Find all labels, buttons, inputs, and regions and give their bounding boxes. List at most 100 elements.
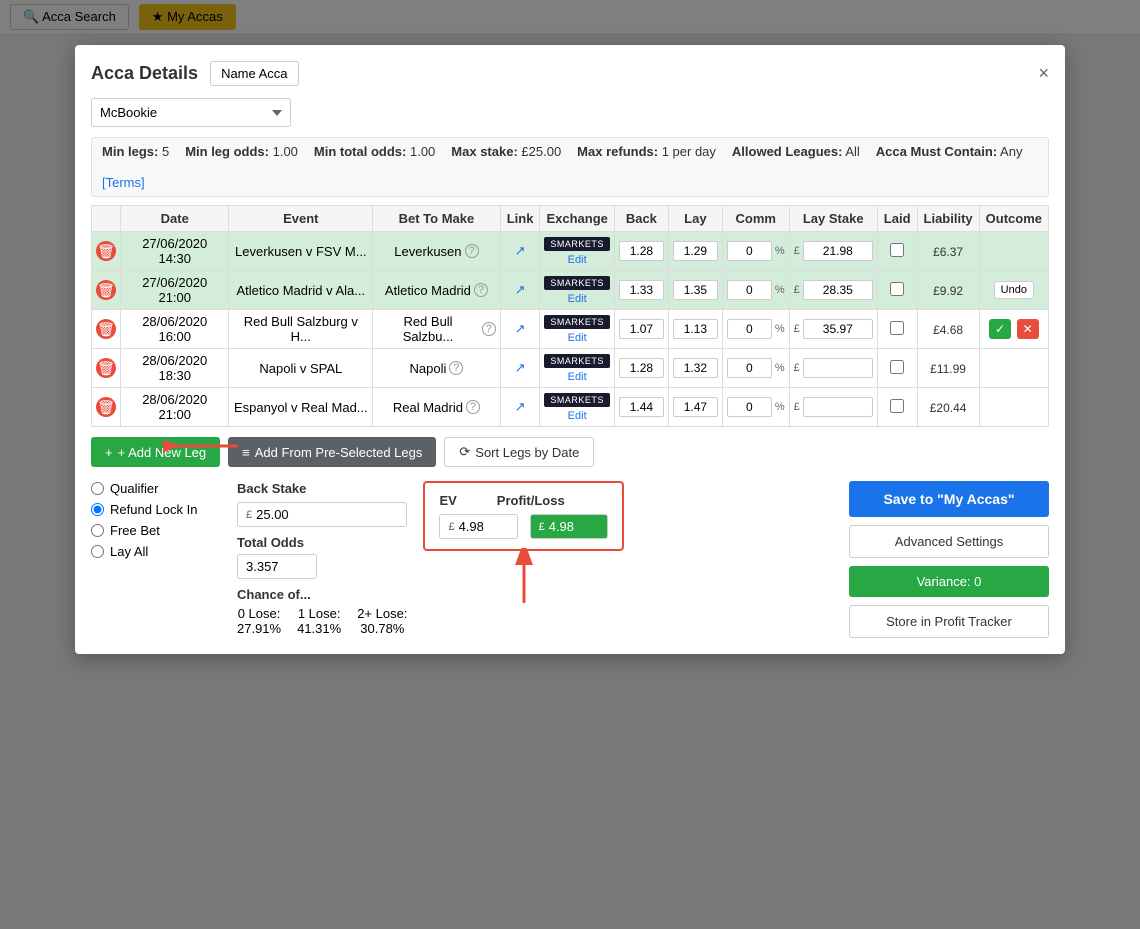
add-new-leg-button[interactable]: + + Add New Leg xyxy=(91,437,220,467)
lay-input-2[interactable] xyxy=(673,280,718,300)
laid-checkbox-4[interactable] xyxy=(890,360,904,374)
comm-input-2[interactable] xyxy=(727,280,772,300)
sort-legs-button[interactable]: ⟳ Sort Legs by Date xyxy=(444,437,594,467)
cancel-button-3[interactable]: ✕ xyxy=(1017,319,1039,339)
qualifier-radio-label[interactable]: Qualifier xyxy=(91,481,221,496)
external-link-1[interactable]: ↗ xyxy=(515,243,526,258)
terms-link[interactable]: [Terms] xyxy=(102,175,145,190)
delete-row-4-button[interactable]: 🗑 xyxy=(96,358,116,378)
ev-profit-box: EV Profit/Loss £ £ xyxy=(423,481,623,551)
exchange-edit-4[interactable]: Edit xyxy=(568,371,587,383)
store-tracker-button[interactable]: Store in Profit Tracker xyxy=(849,605,1049,638)
comm-input-3[interactable] xyxy=(727,319,772,339)
delete-row-2-button[interactable]: 🗑 xyxy=(96,280,116,300)
exchange-edit-2[interactable]: Edit xyxy=(568,293,587,305)
profit-loss-label: Profit/Loss xyxy=(497,493,565,508)
back-input-3[interactable] xyxy=(619,319,664,339)
close-button[interactable]: × xyxy=(1038,63,1049,84)
external-link-2[interactable]: ↗ xyxy=(515,282,526,297)
name-acca-button[interactable]: Name Acca xyxy=(210,61,298,86)
help-icon-1[interactable]: ? xyxy=(465,244,479,258)
lay-stake-input-1[interactable] xyxy=(803,241,873,261)
laid-checkbox-1[interactable] xyxy=(890,243,904,257)
help-icon-5[interactable]: ? xyxy=(466,400,480,414)
right-actions: Save to "My Accas" Advanced Settings Var… xyxy=(849,481,1049,638)
col-comm: Comm xyxy=(722,206,789,232)
qualifier-radio[interactable] xyxy=(91,482,104,495)
table-row: 🗑 28/06/2020 21:00 Espanyol v Real Mad..… xyxy=(92,388,1049,427)
advanced-settings-button[interactable]: Advanced Settings xyxy=(849,525,1049,558)
comm-input-5[interactable] xyxy=(727,397,772,417)
lay-all-radio-label[interactable]: Lay All xyxy=(91,544,221,559)
chance-1-lose-value: 41.31% xyxy=(297,621,341,636)
free-bet-radio-label[interactable]: Free Bet xyxy=(91,523,221,538)
comm-input-1[interactable] xyxy=(727,241,772,261)
refund-lock-in-radio[interactable] xyxy=(91,503,104,516)
lay-stake-input-2[interactable] xyxy=(803,280,873,300)
help-icon-4[interactable]: ? xyxy=(449,361,463,375)
add-preselected-button[interactable]: ≡ Add From Pre-Selected Legs xyxy=(228,437,436,467)
exchange-edit-1[interactable]: Edit xyxy=(568,254,587,266)
bet-5: Real Madrid xyxy=(393,400,463,415)
delete-row-5-button[interactable]: 🗑 xyxy=(96,397,116,417)
delete-row-3-button[interactable]: 🗑 xyxy=(96,319,116,339)
external-link-4[interactable]: ↗ xyxy=(515,360,526,375)
table-row: 🗑 27/06/2020 21:00 Atletico Madrid v Ala… xyxy=(92,271,1049,310)
col-delete xyxy=(92,206,121,232)
stake-input[interactable] xyxy=(256,507,326,522)
event-2: Atletico Madrid v Ala... xyxy=(229,271,373,310)
help-icon-2[interactable]: ? xyxy=(474,283,488,297)
free-bet-radio[interactable] xyxy=(91,524,104,537)
chance-0-lose-label: 0 Lose: xyxy=(237,606,281,621)
laid-checkbox-2[interactable] xyxy=(890,282,904,296)
col-bet-to-make: Bet To Make xyxy=(373,206,501,232)
sort-icon: ⟳ xyxy=(459,444,470,460)
save-accas-button[interactable]: Save to "My Accas" xyxy=(849,481,1049,517)
exchange-edit-5[interactable]: Edit xyxy=(568,410,587,422)
back-input-5[interactable] xyxy=(619,397,664,417)
variance-button[interactable]: Variance: 0 xyxy=(849,566,1049,597)
outcome-5 xyxy=(979,388,1048,427)
chance-1-lose-label: 1 Lose: xyxy=(297,606,341,621)
col-outcome: Outcome xyxy=(979,206,1048,232)
event-4: Napoli v SPAL xyxy=(229,349,373,388)
laid-checkbox-5[interactable] xyxy=(890,399,904,413)
laid-checkbox-3[interactable] xyxy=(890,321,904,335)
help-icon-3[interactable]: ? xyxy=(482,322,496,336)
lay-stake-input-5[interactable] xyxy=(803,397,873,417)
event-5: Espanyol v Real Mad... xyxy=(229,388,373,427)
total-odds-label: Total Odds xyxy=(237,535,407,550)
bookmaker-dropdown[interactable]: McBookie xyxy=(91,98,291,127)
chance-0-lose-value: 27.91% xyxy=(237,621,281,636)
back-input-4[interactable] xyxy=(619,358,664,378)
chance-1-lose: 1 Lose: 41.31% xyxy=(297,606,341,636)
back-input-1[interactable] xyxy=(619,241,664,261)
bet-4: Napoli xyxy=(409,361,446,376)
external-link-3[interactable]: ↗ xyxy=(515,321,526,336)
chance-label: Chance of... xyxy=(237,587,407,602)
lay-all-radio[interactable] xyxy=(91,545,104,558)
undo-button-2[interactable]: Undo xyxy=(994,281,1034,299)
confirm-button-3[interactable]: ✓ xyxy=(989,319,1011,339)
bet-3: Red Bull Salzbu... xyxy=(377,314,479,344)
lay-stake-input-4[interactable] xyxy=(803,358,873,378)
refund-lock-in-radio-label[interactable]: Refund Lock In xyxy=(91,502,221,517)
bet-type-group: Qualifier Refund Lock In Free Bet Lay Al… xyxy=(91,481,221,565)
profit-input[interactable] xyxy=(549,519,599,534)
external-link-5[interactable]: ↗ xyxy=(515,399,526,414)
lay-stake-input-3[interactable] xyxy=(803,319,873,339)
exchange-edit-3[interactable]: Edit xyxy=(568,332,587,344)
lay-input-4[interactable] xyxy=(673,358,718,378)
comm-input-4[interactable] xyxy=(727,358,772,378)
delete-row-1-button[interactable]: 🗑 xyxy=(96,241,116,261)
date-3: 28/06/2020 16:00 xyxy=(121,310,229,349)
lay-input-1[interactable] xyxy=(673,241,718,261)
back-input-2[interactable] xyxy=(619,280,664,300)
chance-2plus-lose: 2+ Lose: 30.78% xyxy=(357,606,407,636)
allowed-leagues-info: Allowed Leagues: All xyxy=(732,144,860,159)
date-2: 27/06/2020 21:00 xyxy=(121,271,229,310)
lay-input-3[interactable] xyxy=(673,319,718,339)
lay-input-5[interactable] xyxy=(673,397,718,417)
chance-0-lose: 0 Lose: 27.91% xyxy=(237,606,281,636)
ev-input[interactable] xyxy=(459,519,509,534)
